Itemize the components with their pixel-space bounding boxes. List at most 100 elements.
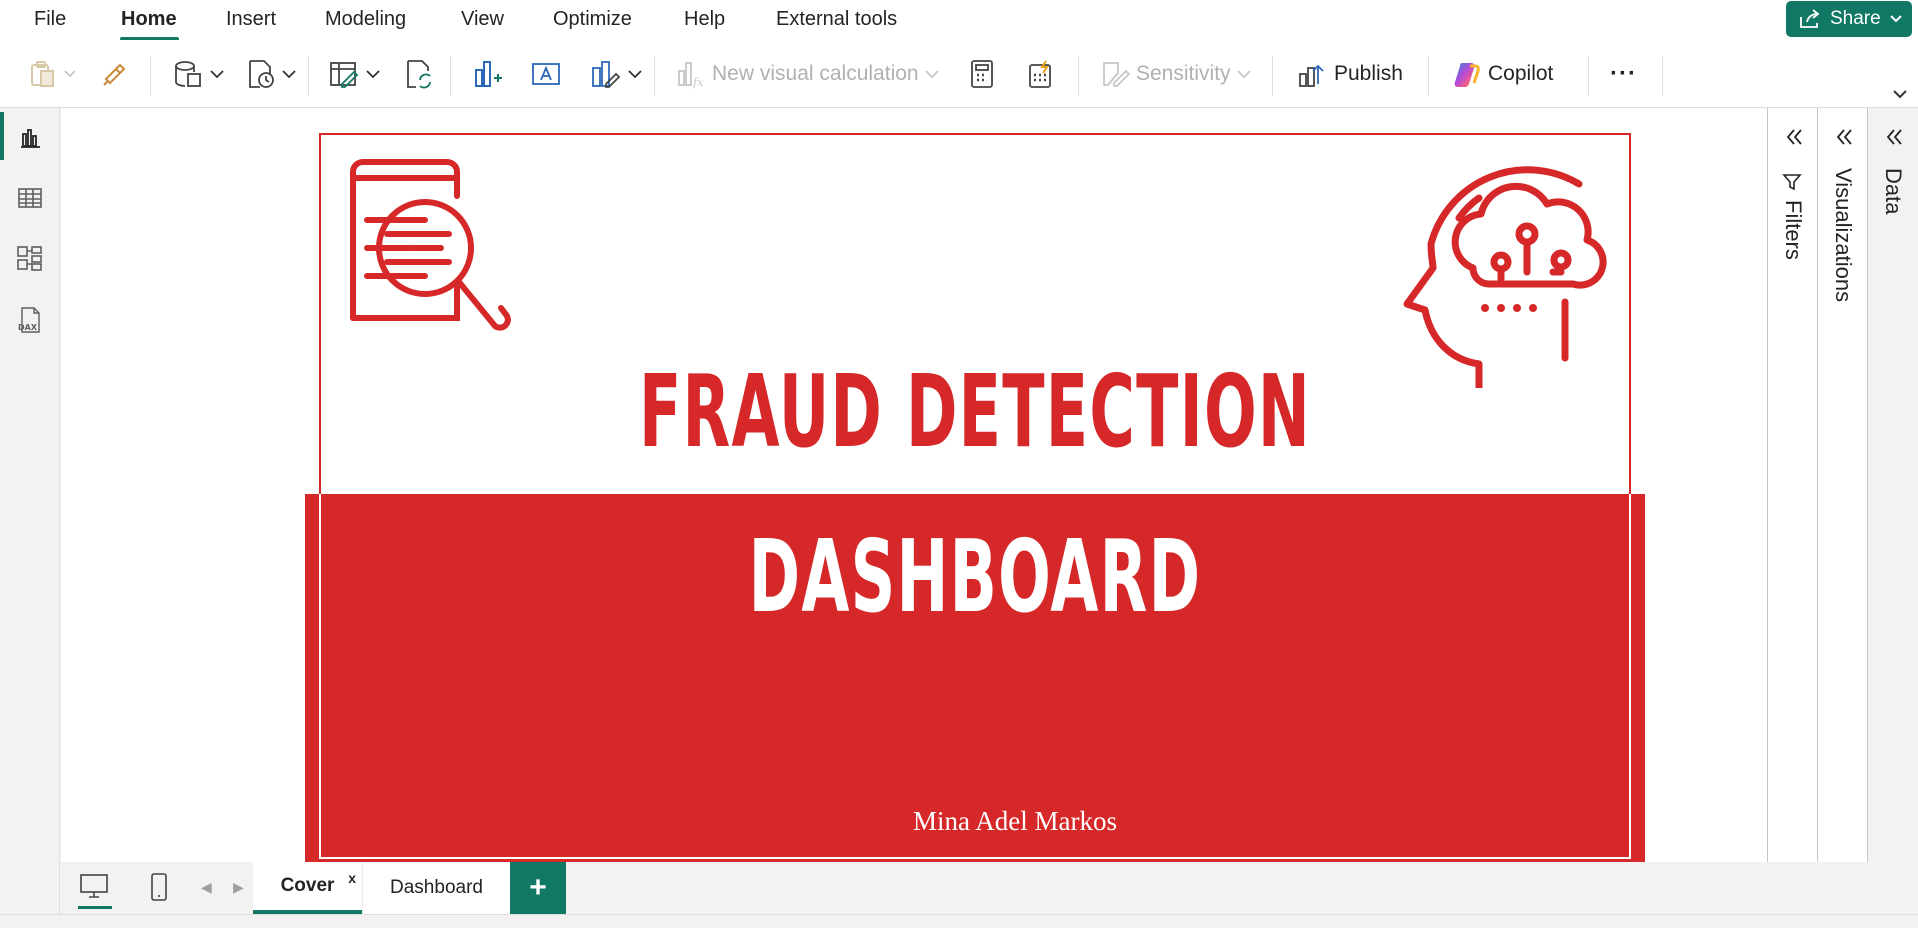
page-tab-bar: ◀ ▶ Cover x Dashboard + [61,862,1767,914]
sensitivity-button[interactable]: Sensitivity [1100,56,1251,92]
more-options-label: ··· [1610,60,1637,87]
filters-label: Filters [1781,200,1806,260]
refresh-icon [407,60,431,89]
share-icon [1800,9,1820,28]
format-painter-icon [103,63,126,86]
menu-external-tools[interactable]: External tools [776,8,897,31]
expand-pane-icon[interactable] [1783,126,1805,148]
active-layout-indicator [78,906,112,909]
recent-sources-icon [249,60,274,88]
chevron-down-icon [628,69,642,78]
close-tab-icon[interactable]: x [348,870,356,886]
menu-home[interactable]: Home [121,8,177,31]
transform-data-button[interactable] [328,56,380,92]
calculator-icon [971,60,993,88]
report-title-line-1: FRAUD DETECTION [638,353,1312,470]
menu-file[interactable]: File [34,8,66,31]
page-tab-dashboard[interactable]: Dashboard [362,862,510,914]
chevron-down-icon [1893,90,1907,99]
new-measure-button[interactable] [968,56,996,92]
report-canvas: FRAUD DETECTION DASHBOARD Mina Adel Mark… [61,108,1767,870]
report-view-icon [21,129,40,148]
scroll-tabs-right-icon[interactable]: ▶ [233,879,244,896]
chevron-down-icon [1236,69,1251,78]
report-page-cover[interactable]: FRAUD DETECTION DASHBOARD Mina Adel Mark… [305,118,1645,870]
report-view-button[interactable] [14,122,46,154]
status-bar [0,914,1918,928]
dax-query-icon: DAX [18,307,40,333]
filters-pane[interactable]: Filters [1767,108,1817,862]
sensitivity-icon [1103,62,1130,87]
new-visual-calculation-button[interactable]: fx New visual calculation [676,56,939,92]
visual-calculation-icon: fx [678,62,704,89]
menu-modeling[interactable]: Modeling [325,8,406,31]
mobile-layout-icon[interactable] [149,872,169,902]
table-view-icon [18,188,42,208]
text-box-button[interactable] [530,56,562,92]
page-tab-cover[interactable]: Cover x [253,862,362,914]
svg-text:DAX: DAX [18,323,38,332]
desktop-layout-icon[interactable] [79,872,109,900]
copilot-label: Copilot [1488,62,1554,85]
recent-sources-button[interactable] [244,56,296,92]
new-visual-icon [475,61,502,87]
new-visual-button[interactable] [472,56,504,92]
ribbon-toolbar: fx New visual calculation Sensitivity Pu… [0,40,1918,108]
table-view-button[interactable] [14,182,46,214]
data-label: Data [1881,168,1906,215]
menu-optimize[interactable]: Optimize [553,8,632,31]
collapse-ribbon-button[interactable] [1892,86,1908,102]
ai-brain-head-icon [1403,166,1607,388]
transform-data-icon [330,62,359,88]
refresh-button[interactable] [402,56,434,92]
active-view-indicator [0,112,4,160]
menu-view[interactable]: View [461,8,504,31]
filter-icon [1782,174,1802,191]
author-name: Mina Adel Markos [913,806,1117,836]
clipboard-icon [31,61,54,87]
database-icon [175,61,201,87]
chevron-down-icon [1889,15,1902,23]
sensitivity-label: Sensitivity [1136,62,1231,85]
copilot-icon [1454,63,1480,87]
publish-icon [1299,64,1324,87]
expand-pane-icon[interactable] [1833,126,1855,148]
view-switcher-rail: DAX [0,108,60,914]
share-label: Share [1830,8,1881,29]
add-page-button[interactable]: + [510,862,566,914]
share-button[interactable]: Share [1786,1,1912,37]
expand-pane-icon[interactable] [1883,126,1905,148]
page-tab-label: Dashboard [390,877,483,898]
new-visual-calculation-label: New visual calculation [712,62,919,85]
more-visuals-icon [592,61,621,88]
chevron-down-icon [64,70,76,78]
chevron-down-icon [282,69,296,78]
chevron-down-icon [210,69,224,78]
publish-label: Publish [1334,62,1403,85]
model-view-button[interactable] [14,242,46,274]
text-box-icon [532,63,560,85]
scroll-tabs-left-icon[interactable]: ◀ [201,879,212,896]
more-options-button[interactable]: ··· [1610,56,1637,92]
dax-query-view-button[interactable]: DAX [14,304,46,336]
document-search-icon [350,159,511,331]
more-visuals-button[interactable] [590,56,642,92]
menu-help[interactable]: Help [684,8,725,31]
format-painter-button[interactable] [100,56,130,92]
page-tab-label: Cover [280,875,335,896]
model-view-icon [17,246,42,271]
quick-measure-icon [1029,60,1051,88]
visualizations-pane[interactable]: Visualizations [1817,108,1867,862]
chevron-down-icon [924,69,939,78]
data-pane[interactable]: Data [1867,108,1918,862]
chevron-down-icon [366,69,380,78]
copilot-button[interactable]: Copilot [1452,56,1553,92]
menu-insert[interactable]: Insert [226,8,276,31]
visualizations-label: Visualizations [1831,168,1856,303]
get-data-button[interactable] [172,56,224,92]
svg-text:fx: fx [692,76,704,89]
quick-measure-button[interactable] [1026,56,1056,92]
paste-button[interactable] [28,56,76,92]
publish-button[interactable]: Publish [1296,56,1403,92]
report-title-line-2: DASHBOARD [748,518,1202,635]
